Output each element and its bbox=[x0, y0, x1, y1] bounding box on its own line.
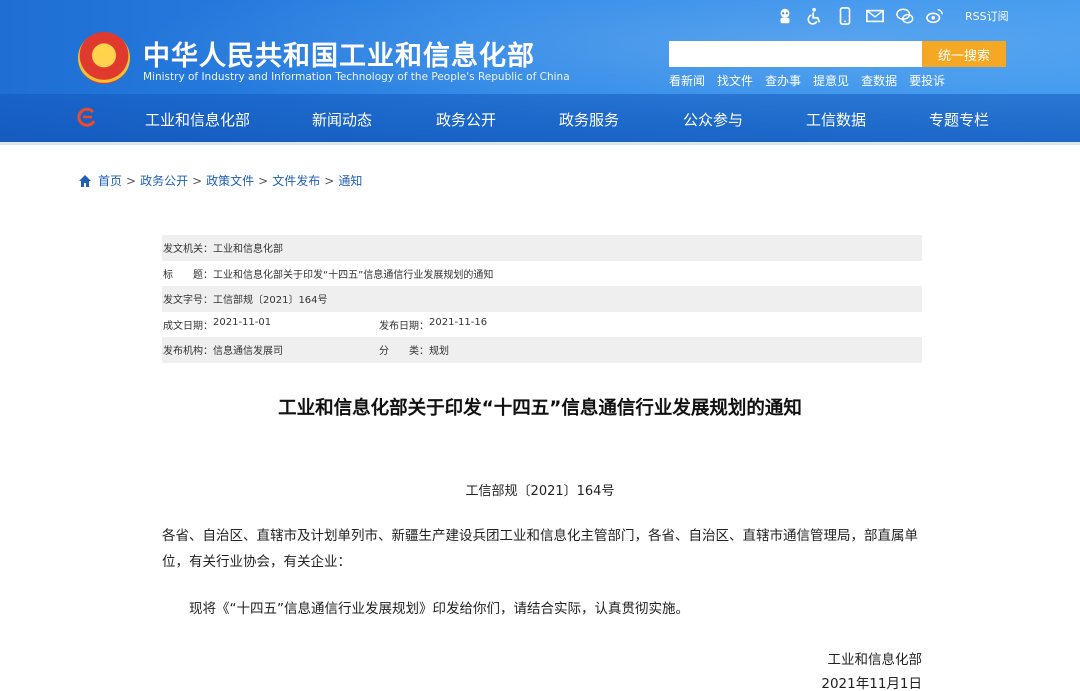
header-divider bbox=[0, 142, 1080, 145]
nav-item-gov-affairs[interactable]: 政务公开 bbox=[436, 109, 496, 130]
nav-item-gov-services[interactable]: 政务服务 bbox=[559, 109, 619, 130]
info-value-issuer: 工业和信息化部 bbox=[213, 244, 283, 256]
quick-link-services[interactable]: 查办事 bbox=[765, 72, 801, 89]
info-label: 发文机关： bbox=[163, 244, 213, 256]
mail-icon[interactable] bbox=[865, 6, 885, 26]
top-utility-icons bbox=[775, 6, 945, 26]
national-emblem-icon: ★ bbox=[78, 32, 130, 84]
nav-item-data[interactable]: 工信数据 bbox=[806, 109, 866, 130]
quick-link-files[interactable]: 找文件 bbox=[717, 72, 753, 89]
info-value-published: 2021-11-16 bbox=[429, 316, 488, 328]
nav-item-public-participation[interactable]: 公众参与 bbox=[683, 109, 743, 130]
info-label: 成文日期： bbox=[163, 320, 213, 332]
info-label: 标 题： bbox=[163, 269, 213, 281]
breadcrumb-separator: > bbox=[324, 173, 335, 188]
quick-link-complaint[interactable]: 要投诉 bbox=[909, 72, 945, 89]
breadcrumb-doc-release[interactable]: 文件发布 bbox=[272, 172, 320, 189]
site-title[interactable]: 中华人民共和国工业和信息化部 bbox=[143, 34, 535, 73]
article-signature: 工业和信息化部 bbox=[827, 652, 923, 668]
info-row-docno: 发文字号： 工信部规〔2021〕164号 bbox=[162, 286, 922, 312]
breadcrumb-policy-docs[interactable]: 政策文件 bbox=[206, 172, 254, 189]
article-date: 2021年11月1日 bbox=[821, 676, 922, 691]
info-row-agency: 发布机构： 信息通信发展司 分 类： 规划 bbox=[162, 337, 922, 363]
search-input[interactable] bbox=[669, 41, 922, 67]
breadcrumb: 首页 > 政务公开 > 政策文件 > 文件发布 > 通知 bbox=[78, 172, 362, 189]
quick-link-news[interactable]: 看新闻 bbox=[669, 72, 705, 89]
nav-item-special-topics[interactable]: 专题专栏 bbox=[929, 109, 989, 130]
info-label: 发布日期： bbox=[379, 320, 429, 332]
article-title: 工业和信息化部关于印发“十四五”信息通信行业发展规划的通知 bbox=[278, 398, 802, 419]
wechat-icon[interactable] bbox=[895, 6, 915, 26]
info-row-title: 标 题： 工业和信息化部关于印发“十四五”信息通信行业发展规划的通知 bbox=[162, 261, 922, 287]
quick-link-data[interactable]: 查数据 bbox=[861, 72, 897, 89]
info-value-title: 工业和信息化部关于印发“十四五”信息通信行业发展规划的通知 bbox=[213, 269, 494, 281]
info-row-issuer: 发文机关： 工业和信息化部 bbox=[162, 235, 922, 261]
quick-links: 看新闻 找文件 查办事 提意见 查数据 要投诉 bbox=[669, 72, 945, 89]
accessibility-icon[interactable] bbox=[805, 6, 825, 26]
breadcrumb-home[interactable]: 首页 bbox=[98, 172, 122, 189]
robot-icon[interactable] bbox=[775, 6, 795, 26]
info-row-dates: 成文日期： 2021-11-01 发布日期： 2021-11-16 bbox=[162, 312, 922, 338]
article-paragraph: 各省、自治区、直辖市及计划单列市、新疆生产建设兵团工业和信息化主管部门，各省、自… bbox=[162, 528, 918, 570]
info-value-created: 2021-11-01 bbox=[213, 316, 272, 328]
article-doc-number: 工信部规〔2021〕164号 bbox=[465, 484, 615, 499]
breadcrumb-separator: > bbox=[126, 173, 137, 188]
weibo-icon[interactable] bbox=[925, 6, 945, 26]
rss-link[interactable]: RSS订阅 bbox=[965, 8, 1009, 24]
info-label: 发布机构： bbox=[163, 346, 213, 358]
site-subtitle: Ministry of Industry and Information Tec… bbox=[143, 71, 570, 83]
search-button[interactable]: 统一搜索 bbox=[922, 41, 1006, 67]
breadcrumb-separator: > bbox=[192, 173, 203, 188]
info-value-docno: 工信部规〔2021〕164号 bbox=[213, 295, 328, 307]
breadcrumb-notice[interactable]: 通知 bbox=[338, 172, 362, 189]
info-value-agency: 信息通信发展司 bbox=[213, 346, 283, 358]
info-label: 发文字号： bbox=[163, 295, 213, 307]
nav-item-news[interactable]: 新闻动态 bbox=[312, 109, 372, 130]
home-icon bbox=[79, 174, 91, 187]
mobile-icon[interactable] bbox=[835, 6, 855, 26]
nav-item-ministry[interactable]: 工业和信息化部 bbox=[145, 109, 250, 130]
quick-link-feedback[interactable]: 提意见 bbox=[813, 72, 849, 89]
info-value-category: 规划 bbox=[429, 346, 449, 358]
article-paragraph: 现将《“十四五”信息通信行业发展规划》印发给你们，请结合实际，认真贯彻实施。 bbox=[189, 601, 689, 617]
info-label: 分 类： bbox=[379, 346, 429, 358]
document-info-table: 发文机关： 工业和信息化部 标 题： 工业和信息化部关于印发“十四五”信息通信行业发… bbox=[162, 235, 922, 363]
site-header: ★ 中华人民共和国工业和信息化部 Ministry of Industry an… bbox=[0, 0, 1080, 145]
breadcrumb-gov-affairs[interactable]: 政务公开 bbox=[140, 172, 188, 189]
breadcrumb-separator: > bbox=[258, 173, 269, 188]
ministry-logo-icon[interactable] bbox=[77, 107, 97, 127]
